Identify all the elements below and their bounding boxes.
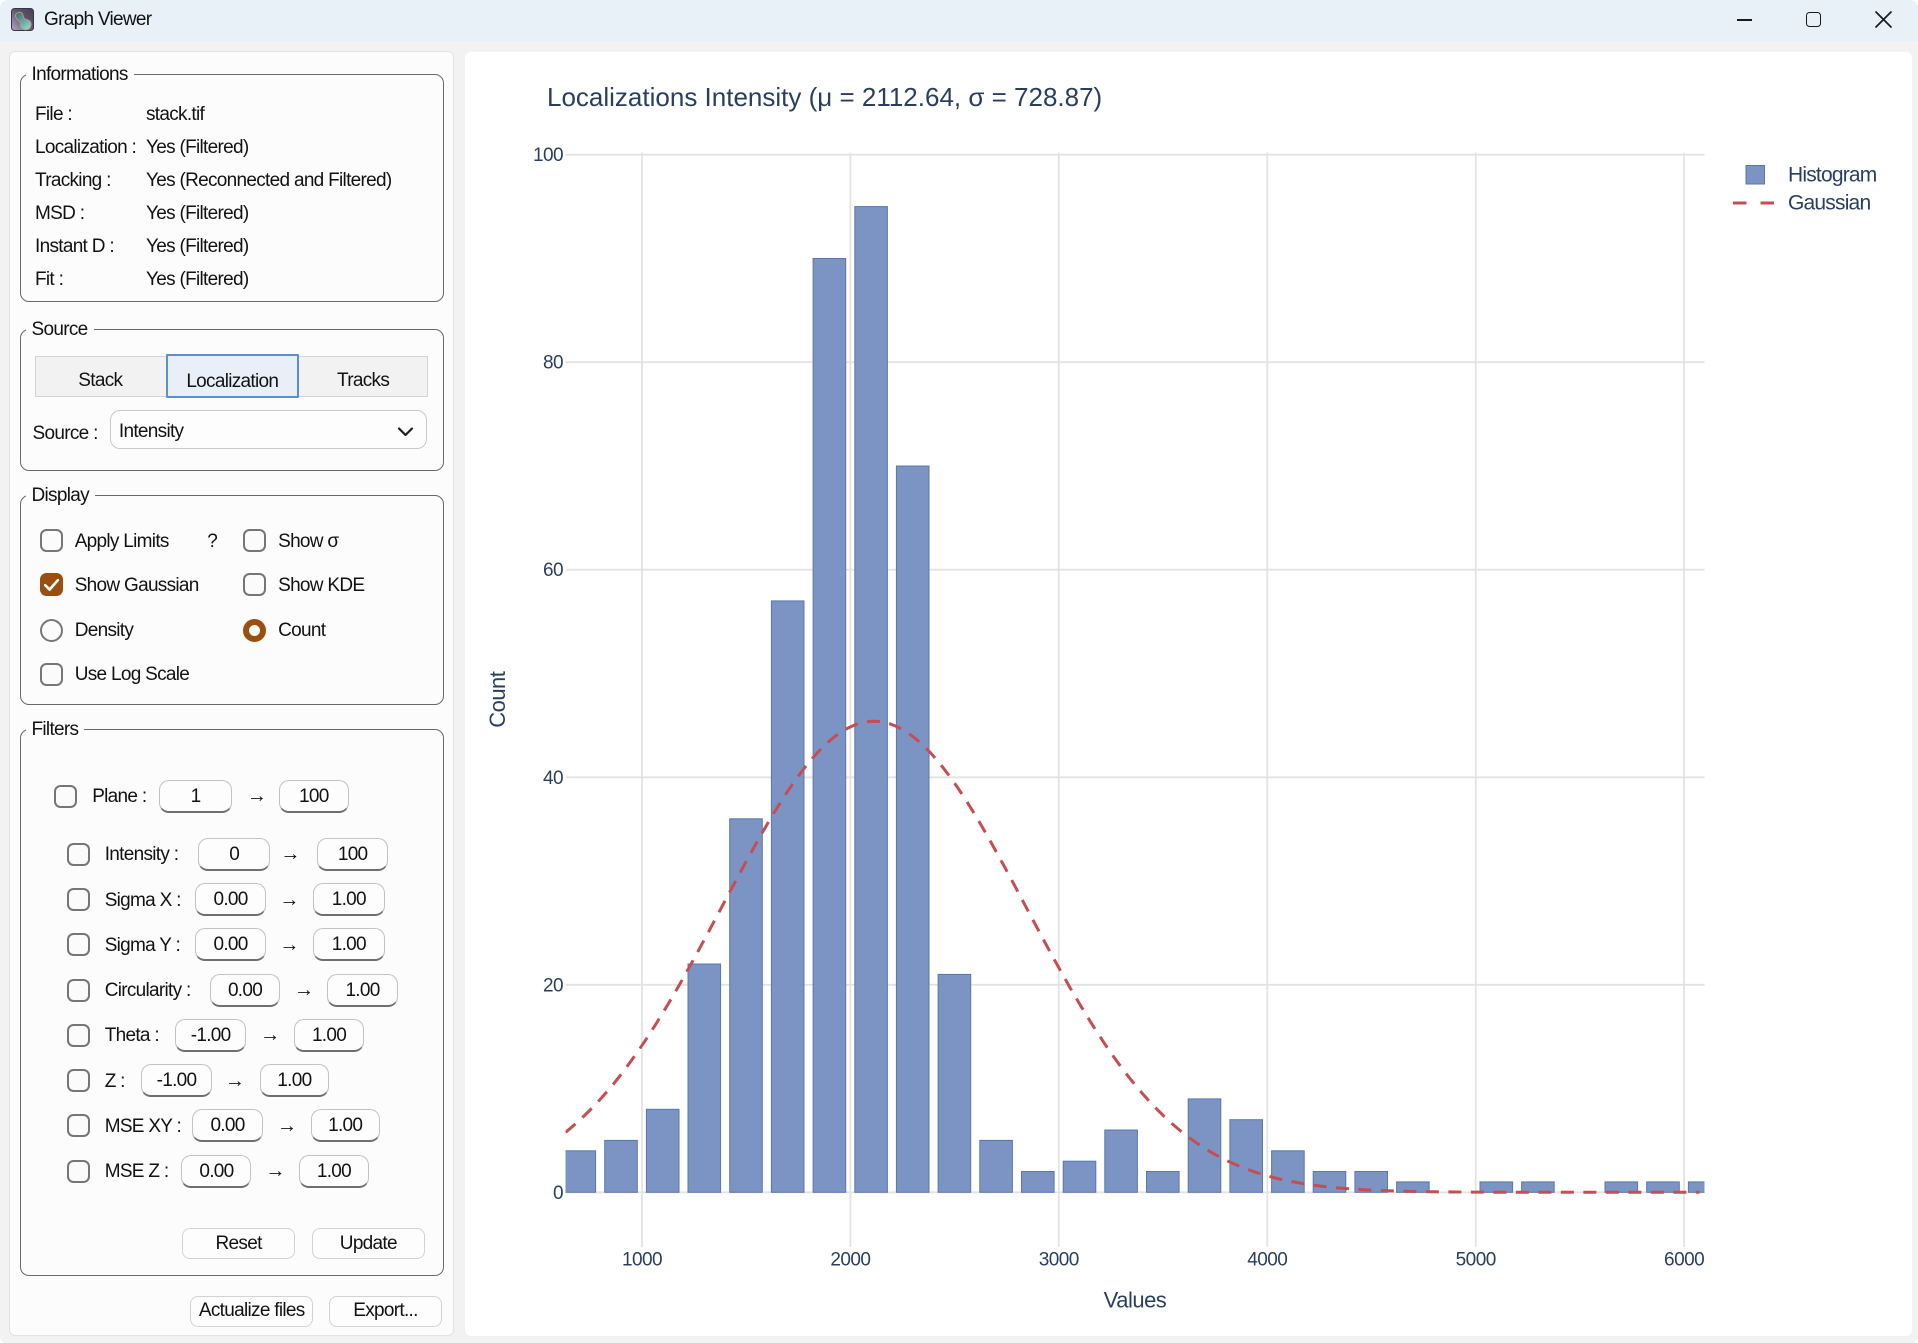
- svg-text:Gaussian: Gaussian: [1788, 192, 1870, 215]
- svg-text:5000: 5000: [1456, 1250, 1496, 1271]
- svg-text:Localizations Intensity (μ = 2: Localizations Intensity (μ = 2112.64, σ …: [547, 82, 1102, 112]
- svg-text:3000: 3000: [1039, 1250, 1079, 1271]
- svg-text:60: 60: [543, 560, 563, 581]
- svg-text:100: 100: [533, 145, 563, 166]
- svg-text:40: 40: [543, 768, 563, 789]
- svg-text:20: 20: [543, 975, 563, 996]
- svg-text:80: 80: [543, 353, 563, 374]
- svg-text:2000: 2000: [830, 1250, 870, 1271]
- svg-text:4000: 4000: [1247, 1250, 1287, 1271]
- svg-text:6000: 6000: [1664, 1250, 1704, 1271]
- svg-text:0: 0: [553, 1183, 563, 1204]
- svg-text:Count: Count: [485, 671, 510, 728]
- svg-text:Histogram: Histogram: [1788, 164, 1877, 187]
- svg-text:1000: 1000: [622, 1250, 662, 1271]
- svg-text:Values: Values: [1104, 1288, 1167, 1313]
